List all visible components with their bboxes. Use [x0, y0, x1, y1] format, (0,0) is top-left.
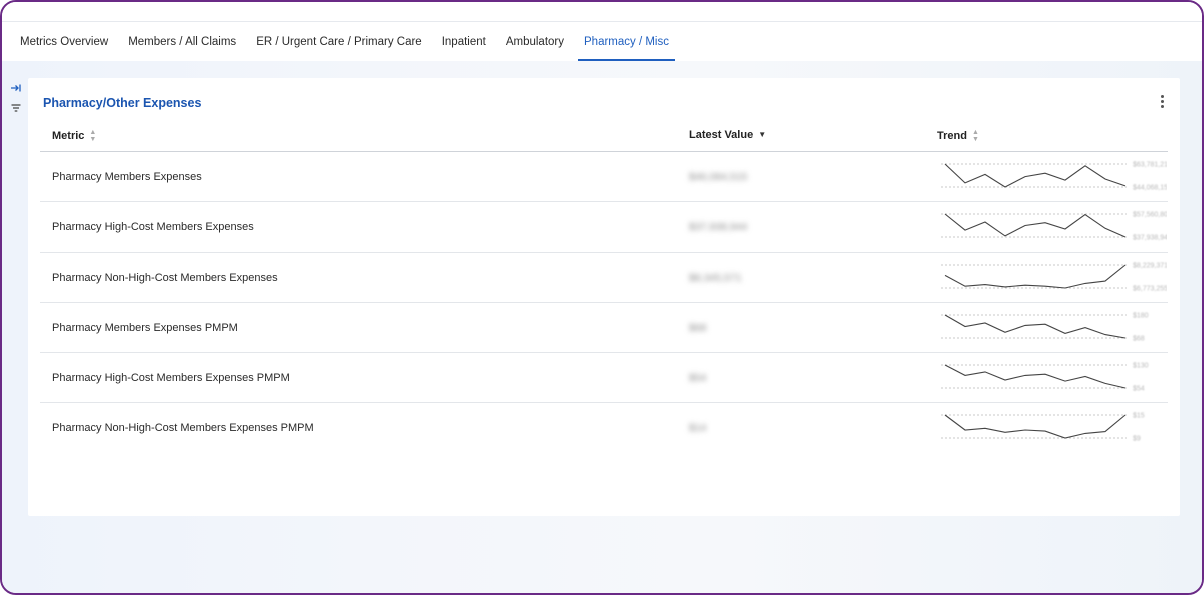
trend-line: [944, 264, 1126, 289]
trend-min-label: $37,938,944: [1133, 235, 1167, 242]
trend-line: [944, 364, 1126, 389]
table-row[interactable]: Pharmacy Members Expenses PMPM $68 $180 $68: [40, 303, 1168, 354]
trend-max-label: $15: [1133, 413, 1145, 420]
header-trend[interactable]: Trend ▲ ▼: [937, 129, 979, 143]
trend-line: [944, 415, 1126, 440]
latest-value: $8,345,571: [689, 271, 742, 284]
metric-name: Pharmacy Non-High-Cost Members Expenses: [52, 271, 278, 284]
card-title: Pharmacy/Other Expenses: [43, 96, 202, 110]
metric-name: Pharmacy High-Cost Members Expenses PMPM: [52, 372, 290, 385]
trend-sparkline: $15 $9: [937, 407, 1167, 449]
metric-name: Pharmacy Members Expenses PMPM: [52, 321, 238, 334]
trend-sparkline: $57,560,809 $37,938,944: [937, 206, 1172, 248]
trend-min-label: $44,068,151: [1133, 185, 1167, 192]
metrics-table: Metric ▲ ▼ Latest Value ▼ Trend ▲ ▼ Pharma…: [40, 120, 1172, 454]
table-row[interactable]: Pharmacy Members Expenses $46,084,515 $63,…: [40, 152, 1172, 203]
collapse-panel-icon[interactable]: [8, 80, 24, 96]
trend-sparkline: $130 $54: [937, 357, 1167, 399]
tab-metrics-overview[interactable]: Metrics Overview: [10, 23, 118, 61]
metric-name: Pharmacy High-Cost Members Expenses: [52, 221, 254, 234]
left-rail: [8, 80, 24, 120]
latest-value: $68: [689, 321, 707, 334]
trend-min-label: $54: [1133, 386, 1145, 393]
metric-name: Pharmacy Members Expenses: [52, 171, 202, 183]
pharmacy-expenses-card: Pharmacy/Other Expenses Metric ▲ ▼ Latest…: [28, 78, 1180, 516]
table-row[interactable]: Pharmacy Non-High-Cost Members Expenses …: [40, 403, 1168, 453]
trend-sparkline: $8,229,371 $6,773,255: [937, 257, 1168, 299]
trend-max-label: $57,560,809: [1133, 212, 1167, 219]
header-latest-value[interactable]: Latest Value ▼: [689, 129, 766, 141]
app-window: Metrics Overview Members / All Claims ER /…: [0, 0, 1204, 595]
trend-max-label: $8,229,371: [1133, 262, 1167, 269]
latest-value: $54: [689, 372, 707, 385]
sort-icon: ▲ ▼: [89, 129, 97, 143]
trend-min-label: $9: [1133, 436, 1141, 443]
metric-name: Pharmacy Non-High-Cost Members Expenses …: [52, 422, 314, 435]
trend-line: [944, 213, 1126, 238]
trend-line: [944, 314, 1126, 339]
latest-value: $14: [689, 422, 707, 435]
trend-max-label: $180: [1133, 312, 1149, 319]
tab-er-urgent-care-primary-care[interactable]: ER / Urgent Care / Primary Care: [246, 23, 432, 61]
tab-bar: Metrics Overview Members / All Claims ER /…: [2, 23, 1202, 61]
trend-sparkline: $180 $68: [937, 307, 1167, 349]
table-header: Metric ▲ ▼ Latest Value ▼ Trend ▲ ▼: [40, 120, 1168, 152]
header-metric[interactable]: Metric ▲ ▼: [52, 129, 96, 143]
tab-inpatient[interactable]: Inpatient: [432, 23, 496, 61]
filter-icon[interactable]: [8, 100, 24, 116]
tab-ambulatory[interactable]: Ambulatory: [496, 23, 574, 61]
table-row[interactable]: Pharmacy High-Cost Members Expenses $37,9…: [40, 202, 1172, 253]
sort-icon: ▲ ▼: [971, 129, 979, 143]
trend-max-label: $130: [1133, 363, 1149, 370]
trend-sparkline: $63,781,218 $44,068,151: [937, 156, 1172, 198]
trend-line: [944, 163, 1126, 188]
latest-value: $37,938,944: [689, 221, 748, 234]
trend-min-label: $6,773,255: [1133, 285, 1167, 292]
trend-min-label: $68: [1133, 335, 1145, 342]
table-row[interactable]: Pharmacy High-Cost Members Expenses PMPM…: [40, 353, 1168, 404]
sort-descending-icon: ▼: [758, 130, 767, 139]
tab-pharmacy-misc[interactable]: Pharmacy / Misc: [574, 23, 679, 61]
trend-max-label: $63,781,218: [1133, 162, 1167, 169]
tab-members-all-claims[interactable]: Members / All Claims: [118, 23, 246, 61]
table-row[interactable]: Pharmacy Non-High-Cost Members Expenses $…: [40, 253, 1168, 303]
table-body: Pharmacy Members Expenses $46,084,515 $63,…: [40, 152, 1172, 454]
top-strip: [2, 2, 1202, 22]
latest-value: $46,084,515: [689, 171, 748, 183]
more-vertical-icon[interactable]: [1158, 95, 1166, 109]
